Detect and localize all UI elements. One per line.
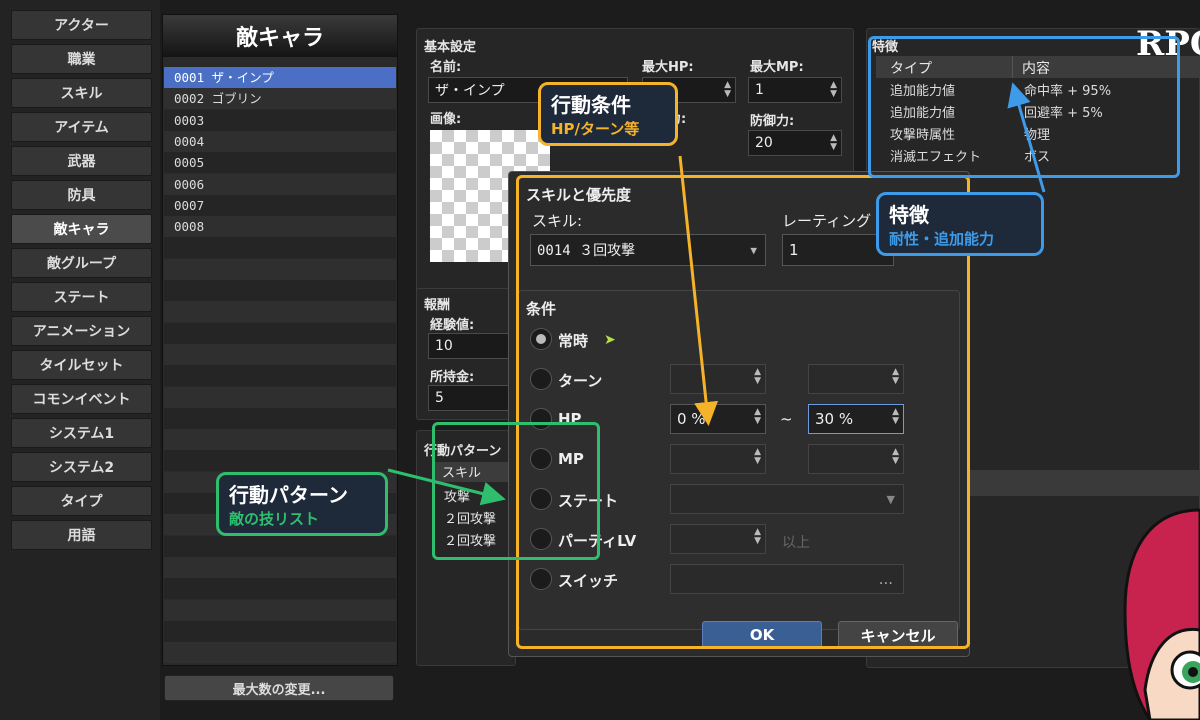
callout-subtitle: HP/ターン等 [551, 120, 640, 138]
callout-title: 行動パターン [229, 483, 348, 507]
callout-subtitle: 敵の技リスト [229, 510, 320, 528]
callout-subtitle: 耐性・追加能力 [889, 230, 995, 248]
traits-callout: 特徴 耐性・追加能力 [876, 192, 1044, 256]
action-condition-callout: 行動条件 HP/ターン等 [538, 82, 678, 146]
callout-title: 行動条件 [551, 93, 631, 117]
callout-title: 特徴 [889, 203, 929, 227]
pattern-callout: 行動パターン 敵の技リスト [216, 472, 388, 536]
